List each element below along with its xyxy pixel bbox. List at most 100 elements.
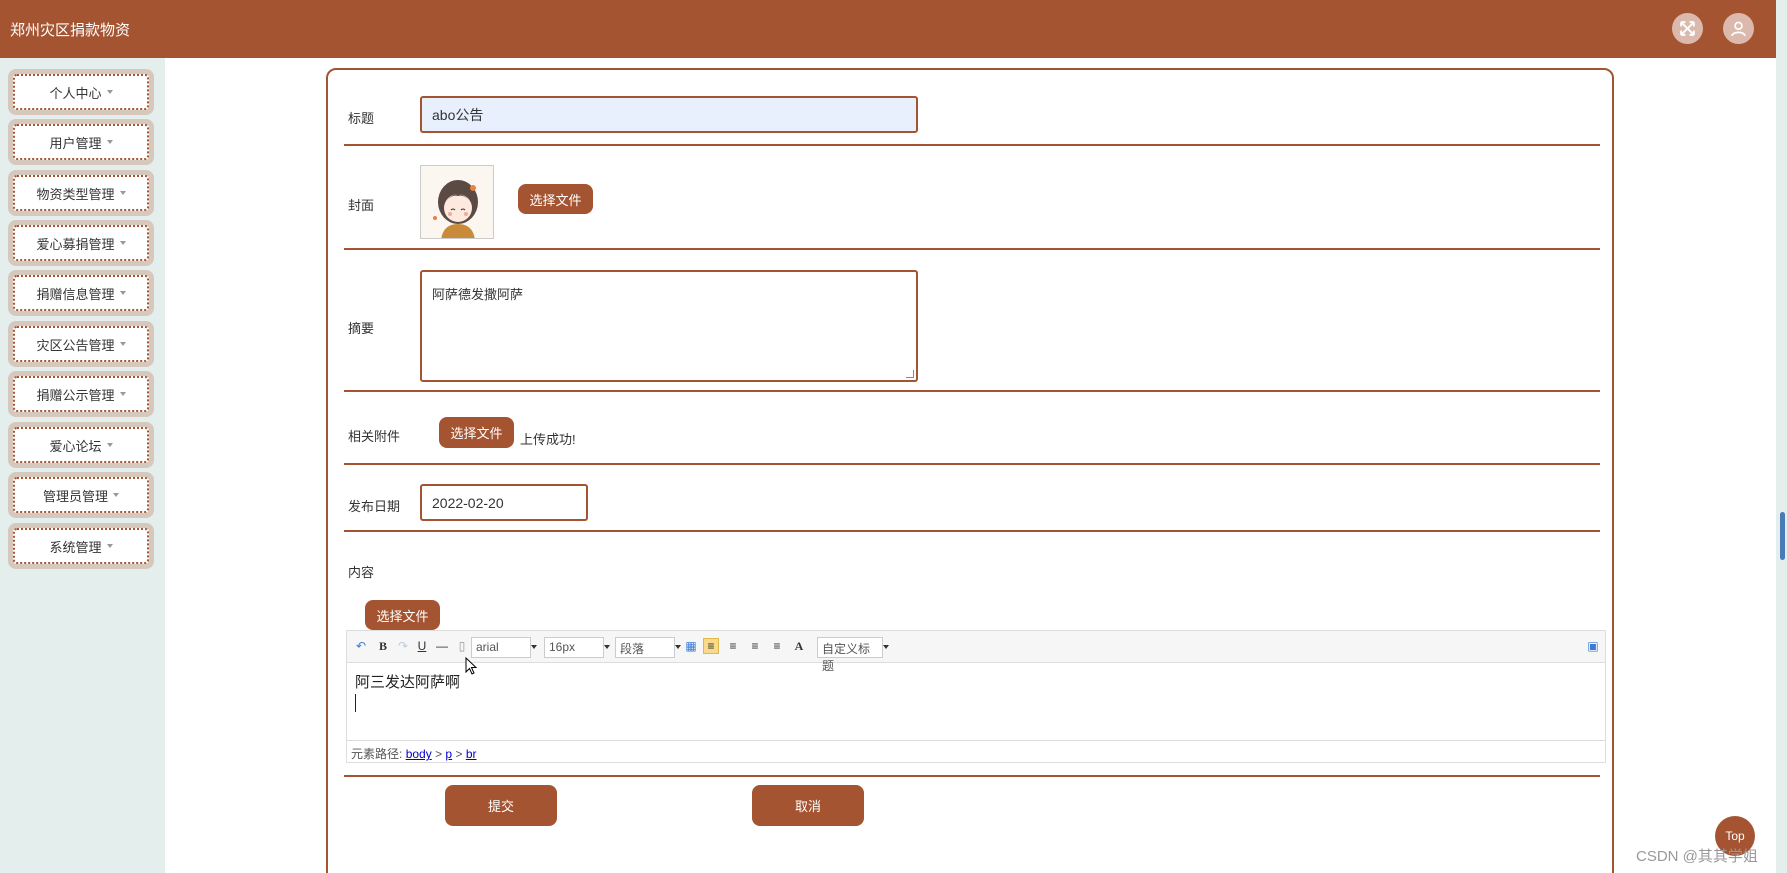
page-icon[interactable]: ▯	[454, 638, 470, 654]
sidebar-item-label: 爱心募捐管理	[36, 236, 115, 252]
sidebar-item-charity-forum[interactable]: 爱心论坛	[8, 422, 154, 468]
undo-icon[interactable]: ↶	[353, 638, 369, 654]
caret-down-icon	[119, 291, 126, 295]
title-label: 标题	[348, 111, 375, 126]
custom-title-select[interactable]: 自定义标题	[817, 637, 889, 673]
chevron-down-icon	[604, 645, 610, 649]
editor-toolbar: ↶ B ↷ U — ▯ arial 16px 段落 ▦ ≡ ≡ ≡ ≡ A 自定…	[347, 631, 1605, 673]
summary-text: 阿萨德发撒阿萨	[432, 287, 524, 302]
align-left-icon[interactable]: ≡	[703, 638, 719, 654]
element-path-bar: 元素路径: body > p > br	[347, 740, 1605, 762]
text-cursor	[355, 694, 356, 712]
caret-down-icon	[106, 140, 113, 144]
sidebar-item-label: 系统管理	[49, 539, 102, 555]
title-input[interactable]: abo公告	[420, 96, 918, 133]
sidebar-item-personal-center[interactable]: 个人中心	[8, 69, 154, 115]
path-br-link[interactable]: br	[466, 747, 477, 761]
chevron-down-icon	[675, 645, 681, 649]
table-icon[interactable]: ▦	[683, 638, 699, 654]
font-family-select[interactable]: arial	[471, 637, 537, 658]
user-icon	[1731, 21, 1746, 37]
divider	[344, 530, 1600, 532]
divider	[344, 390, 1600, 392]
sidebar-item-label: 捐赠信息管理	[36, 286, 115, 302]
caret-down-icon	[119, 191, 126, 195]
date-label: 发布日期	[348, 499, 401, 514]
caret-down-icon	[106, 544, 113, 548]
underline-icon[interactable]: U	[414, 638, 430, 654]
attachment-label: 相关附件	[348, 429, 401, 444]
paragraph-select[interactable]: 段落	[615, 637, 681, 658]
divider	[344, 144, 1600, 146]
font-color-icon[interactable]: A	[791, 638, 807, 654]
attachment-status: 上传成功!	[520, 432, 576, 447]
divider	[344, 248, 1600, 250]
content-label: 内容	[348, 565, 375, 580]
sidebar-item-label: 物资类型管理	[36, 186, 115, 202]
sidebar-item-charity-fundraising[interactable]: 爱心募捐管理	[8, 220, 154, 266]
editor-body-text[interactable]: 阿三发达阿萨啊	[355, 671, 460, 692]
attachment-choose-file-button[interactable]: 选择文件	[439, 417, 514, 448]
sidebar-item-label: 个人中心	[49, 85, 102, 101]
fullscreen-icon	[1680, 21, 1695, 36]
user-avatar-button[interactable]	[1723, 13, 1754, 44]
resize-handle[interactable]	[906, 370, 914, 378]
cover-image	[420, 165, 494, 239]
cover-choose-file-button[interactable]: 选择文件	[518, 184, 593, 214]
path-body-link[interactable]: body	[406, 747, 432, 761]
sidebar-item-disaster-notice[interactable]: 灾区公告管理	[8, 321, 154, 367]
horizontal-rule-icon[interactable]: —	[434, 638, 450, 654]
notice-form: 标题 abo公告 封面 选择文件 摘要 阿萨德发撒阿萨 相关附件 选择文件 上传…	[326, 68, 1614, 873]
caret-down-icon	[119, 241, 126, 245]
redo-icon[interactable]: ↷	[395, 638, 411, 654]
path-p-link[interactable]: p	[445, 747, 452, 761]
fullscreen-button[interactable]	[1672, 13, 1703, 44]
top-bar: 郑州灾区捐款物资	[0, 0, 1776, 58]
caret-down-icon	[106, 443, 113, 447]
sidebar-item-label: 用户管理	[49, 135, 102, 151]
summary-textarea[interactable]: 阿萨德发撒阿萨	[420, 270, 918, 382]
align-center-icon[interactable]: ≡	[747, 638, 763, 654]
chevron-down-icon	[883, 645, 889, 649]
sidebar-item-donation-publicity[interactable]: 捐赠公示管理	[8, 371, 154, 417]
font-size-select[interactable]: 16px	[544, 637, 610, 658]
watermark: CSDN @其其学姐	[1636, 848, 1758, 865]
caret-down-icon	[119, 342, 126, 346]
main-content: 标题 abo公告 封面 选择文件 摘要 阿萨德发撒阿萨 相关附件 选择文件 上传…	[165, 58, 1776, 873]
element-path-label: 元素路径:	[351, 747, 403, 761]
scrollbar-thumb[interactable]	[1780, 512, 1785, 560]
sidebar-item-system-management[interactable]: 系统管理	[8, 523, 154, 569]
caret-down-icon	[113, 493, 119, 497]
custom-title-value: 自定义标题	[822, 642, 871, 673]
mouse-cursor-icon	[465, 656, 478, 678]
divider	[344, 775, 1600, 777]
sidebar: 个人中心 用户管理 物资类型管理 爱心募捐管理 捐赠信息管理 灾区公告管理 捐赠…	[0, 58, 165, 873]
submit-button[interactable]: 提交	[445, 785, 557, 826]
sidebar-item-donation-info[interactable]: 捐赠信息管理	[8, 270, 154, 316]
cover-label: 封面	[348, 198, 375, 213]
sidebar-item-label: 灾区公告管理	[36, 337, 115, 353]
sidebar-item-material-type[interactable]: 物资类型管理	[8, 170, 154, 216]
font-size-value: 16px	[549, 640, 576, 654]
align-right-icon[interactable]: ≡	[725, 638, 741, 654]
content-choose-file-button[interactable]: 选择文件	[365, 600, 440, 630]
path-separator: >	[435, 747, 443, 761]
path-separator: >	[455, 747, 463, 761]
cancel-button[interactable]: 取消	[752, 785, 864, 826]
align-justify-icon[interactable]: ≡	[769, 638, 785, 654]
sidebar-item-label: 捐赠公示管理	[36, 387, 115, 403]
caret-down-icon	[106, 90, 113, 94]
divider	[344, 463, 1600, 465]
summary-label: 摘要	[348, 321, 375, 336]
sidebar-item-label: 管理员管理	[42, 488, 108, 504]
app-title: 郑州灾区捐款物资	[10, 22, 131, 39]
date-input[interactable]: 2022-02-20	[420, 484, 588, 521]
sidebar-item-admin-management[interactable]: 管理员管理	[8, 472, 154, 518]
bold-icon[interactable]: B	[375, 638, 391, 654]
caret-down-icon	[119, 392, 126, 396]
chevron-down-icon	[531, 645, 537, 649]
fullscreen-editor-icon[interactable]: ▣	[1585, 638, 1601, 654]
rich-text-editor: ↶ B ↷ U — ▯ arial 16px 段落 ▦ ≡ ≡ ≡ ≡ A 自定…	[346, 630, 1606, 763]
sidebar-item-user-management[interactable]: 用户管理	[8, 119, 154, 165]
font-family-value: arial	[476, 640, 499, 654]
